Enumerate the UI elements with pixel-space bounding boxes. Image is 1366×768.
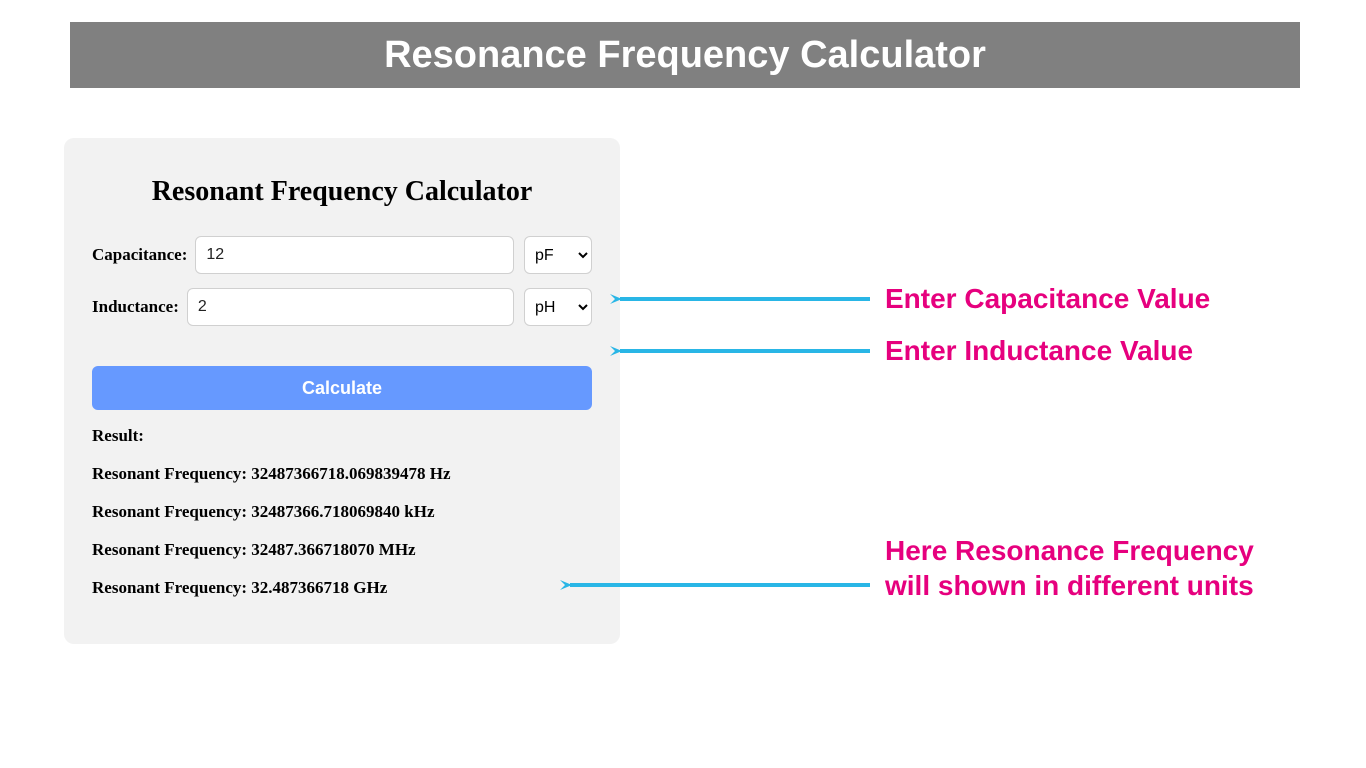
annotation-capacitance: Enter Capacitance Value <box>885 281 1210 316</box>
annotation-arrows <box>0 0 1366 768</box>
annotation-inductance: Enter Inductance Value <box>885 333 1193 368</box>
annotation-results: Here Resonance Frequency will shown in d… <box>885 533 1305 603</box>
